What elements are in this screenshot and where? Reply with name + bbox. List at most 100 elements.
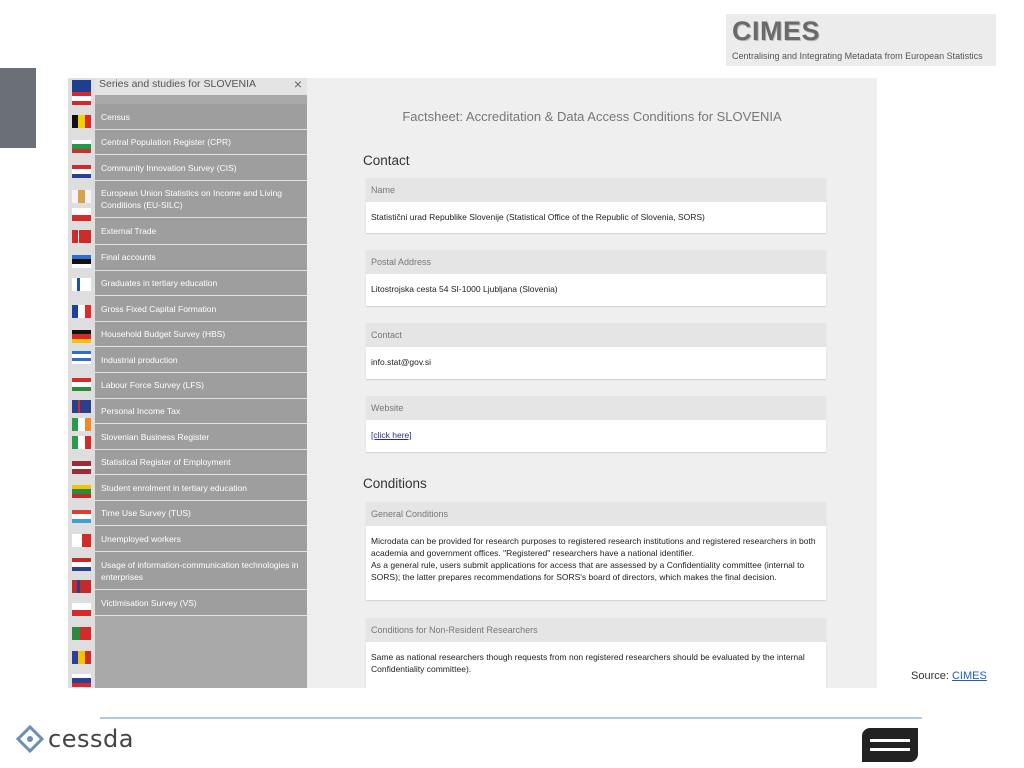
flag-portugal-icon[interactable]	[72, 627, 91, 640]
cimes-logo: CIMES Centralising and Integrating Metad…	[726, 14, 996, 66]
series-item-label: Industrial production	[101, 355, 178, 365]
series-item-label: Slovenian Business Register	[101, 432, 210, 442]
series-item-label: Time Use Survey (TUS)	[101, 508, 191, 518]
postal-address-value: Litostrojska cesta 54 SI-1000 Ljubljana …	[371, 284, 558, 294]
general-conditions-paragraph: As a general rule, users submit applicat…	[371, 560, 805, 582]
flag-germany-icon[interactable]	[72, 330, 91, 343]
flag-malta-icon[interactable]	[72, 534, 91, 547]
flag-austria-icon[interactable]	[72, 92, 91, 105]
series-item[interactable]: Victimisation Survey (VS)	[95, 590, 307, 616]
postal-address-field: Postal Address Litostrojska cesta 54 SI-…	[366, 250, 826, 306]
series-item[interactable]: Household Budget Survey (HBS)	[95, 322, 307, 347]
non-resident-conditions-field: Conditions for Non-Resident Researchers …	[366, 618, 826, 688]
factsheet-title: Factsheet: Accreditation & Data Access C…	[402, 109, 782, 124]
flag-lithuania-icon[interactable]	[72, 485, 91, 498]
series-item[interactable]: Labour Force Survey (LFS)	[95, 373, 307, 399]
general-conditions-field: General Conditions Microdata can be prov…	[366, 502, 826, 600]
flag-poland-icon[interactable]	[72, 603, 91, 616]
flag-slovakia-icon[interactable]	[72, 674, 91, 687]
series-item[interactable]: Industrial production	[95, 347, 307, 373]
cessda-logo: cessda	[15, 724, 134, 754]
name-field: Name Statistični urad Republike Slovenij…	[366, 178, 826, 233]
series-item[interactable]: Student enrolment in tertiary education	[95, 475, 307, 501]
flag-ireland-icon[interactable]	[72, 418, 91, 431]
series-item-label: Unemployed workers	[101, 534, 181, 544]
series-item[interactable]: Graduates in tertiary education	[95, 271, 307, 296]
series-item-label: Gross Fixed Capital Formation	[101, 304, 217, 314]
series-item-label: Community Innovation Survey (CIS)	[101, 163, 237, 173]
series-item[interactable]: Personal Income Tax	[95, 399, 307, 424]
series-item[interactable]: Final accounts	[95, 245, 307, 271]
series-item-label: Statistical Register of Employment	[101, 457, 231, 467]
flag-norway-icon[interactable]	[72, 580, 91, 593]
series-item-label: External Trade	[101, 226, 157, 236]
flag-luxembourg-icon[interactable]	[72, 510, 91, 523]
series-panel-header: Series and studies for SLOVENIA ×	[95, 78, 307, 95]
flag-latvia-icon[interactable]	[72, 461, 91, 474]
general-conditions-value: Microdata can be provided for research p…	[366, 526, 826, 583]
general-conditions-label: General Conditions	[366, 502, 826, 526]
flag-bulgaria-icon[interactable]	[72, 140, 91, 153]
series-item-label: Final accounts	[101, 252, 156, 262]
series-item[interactable]: Census	[95, 104, 307, 130]
source-caption: Source: CIMES	[911, 670, 987, 682]
series-item[interactable]: Statistical Register of Employment	[95, 450, 307, 475]
close-icon[interactable]: ×	[294, 78, 302, 92]
series-item-label: European Union Statistics on Income and …	[101, 188, 282, 210]
series-item[interactable]: Slovenian Business Register	[95, 424, 307, 450]
series-item-label: Graduates in tertiary education	[101, 278, 218, 288]
series-item-label: Household Budget Survey (HBS)	[101, 329, 226, 339]
series-panel: Series and studies for SLOVENIA × Census…	[95, 78, 307, 688]
series-item[interactable]: European Union Statistics on Income and …	[95, 181, 307, 218]
flag-czechia-icon[interactable]	[72, 208, 91, 221]
conditions-heading: Conditions	[363, 476, 427, 491]
contact-value: info.stat@gov.si	[371, 357, 431, 367]
adp-logo-icon	[862, 728, 918, 762]
series-item-label: Central Population Register (CPR)	[101, 137, 231, 147]
postal-address-label: Postal Address	[366, 250, 826, 274]
cessda-logo-text: cessda	[48, 725, 134, 753]
cimes-screenshot: Series and studies for SLOVENIA × Census…	[68, 78, 877, 688]
flag-estonia-icon[interactable]	[72, 255, 91, 268]
flag-italy-icon[interactable]	[72, 436, 91, 449]
name-value: Statistični urad Republike Slovenije (St…	[371, 212, 705, 222]
website-field: Website [click here]	[366, 396, 826, 452]
non-resident-conditions-value: Same as national researchers though requ…	[371, 652, 805, 674]
series-item-label: Labour Force Survey (LFS)	[101, 380, 204, 390]
series-item[interactable]: Usage of information-communication techn…	[95, 552, 307, 590]
source-link[interactable]: CIMES	[952, 670, 987, 682]
cessda-diamond-icon	[15, 724, 45, 754]
flag-belgium-icon[interactable]	[72, 115, 91, 128]
flag-finland-icon[interactable]	[72, 278, 91, 291]
series-item[interactable]: Time Use Survey (TUS)	[95, 501, 307, 526]
flag-romania-icon[interactable]	[72, 651, 91, 664]
flag-iceland-icon[interactable]	[72, 400, 91, 413]
footer-divider	[100, 717, 922, 719]
flag-greece-icon[interactable]	[72, 351, 91, 364]
website-value: [click here]	[366, 420, 826, 441]
contact-heading: Contact	[363, 153, 410, 168]
general-conditions-paragraph: Microdata can be provided for research p…	[371, 536, 816, 558]
cimes-logo-title: CIMES	[732, 16, 821, 46]
website-label: Website	[366, 396, 826, 420]
series-item[interactable]: Community Innovation Survey (CIS)	[95, 155, 307, 181]
flag-denmark-icon[interactable]	[72, 230, 91, 243]
contact-field: Contact info.stat@gov.si	[366, 323, 826, 379]
series-item[interactable]: Central Population Register (CPR)	[95, 130, 307, 155]
series-item-label: Census	[101, 112, 130, 122]
factsheet-content: Factsheet: Accreditation & Data Access C…	[307, 78, 877, 688]
flag-cyprus-icon[interactable]	[72, 190, 91, 203]
series-item[interactable]: Unemployed workers	[95, 526, 307, 552]
flag-france-icon[interactable]	[72, 305, 91, 318]
series-item-label: Student enrolment in tertiary education	[101, 483, 248, 493]
series-item[interactable]: External Trade	[95, 218, 307, 245]
flag-croatia-icon[interactable]	[72, 165, 91, 178]
flag-hungary-icon[interactable]	[72, 378, 91, 391]
flag-netherlands-icon[interactable]	[72, 558, 91, 571]
country-flag-list	[68, 78, 95, 688]
website-link[interactable]: [click here]	[371, 430, 412, 440]
source-prefix: Source:	[911, 670, 952, 682]
contact-label: Contact	[366, 323, 826, 347]
series-item-label: Usage of information-communication techn…	[101, 560, 299, 582]
series-item[interactable]: Gross Fixed Capital Formation	[95, 296, 307, 322]
